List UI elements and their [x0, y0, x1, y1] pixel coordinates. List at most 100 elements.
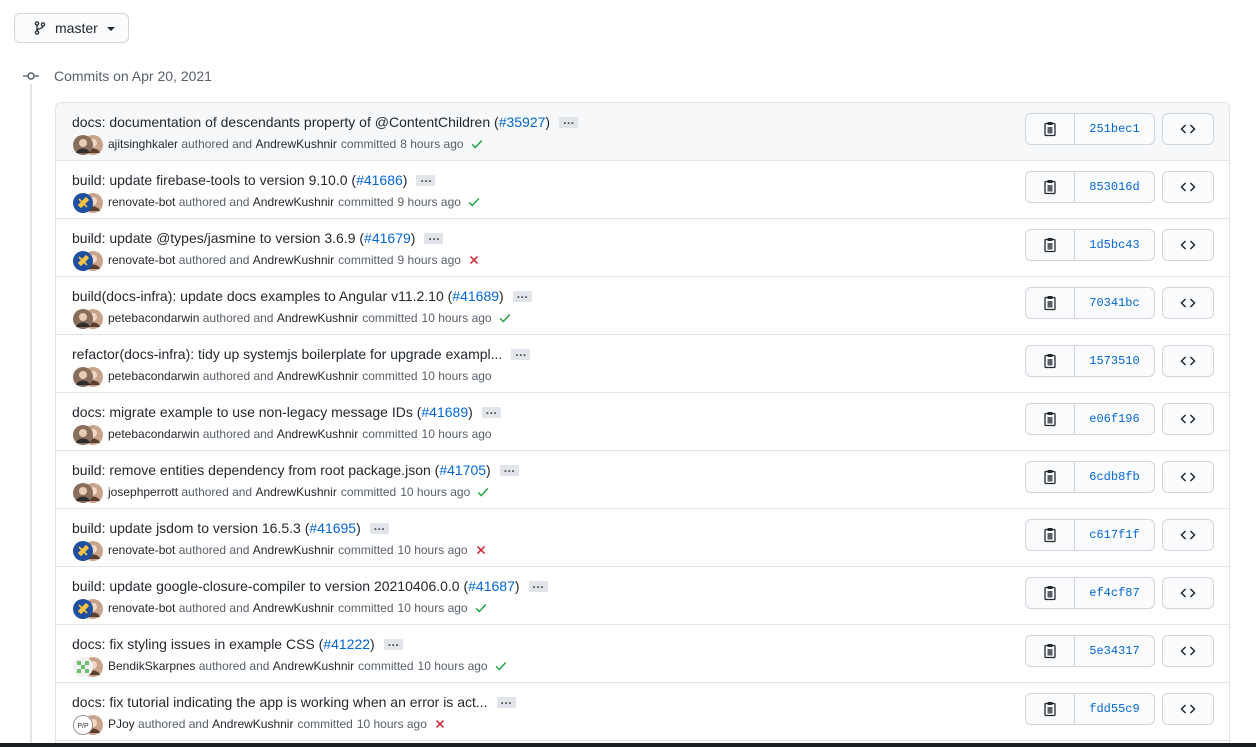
- expand-description-button[interactable]: …: [424, 230, 444, 244]
- author-link[interactable]: PJoy: [108, 717, 135, 731]
- committer-link[interactable]: AndrewKushnir: [253, 601, 334, 615]
- author-avatar[interactable]: [72, 134, 93, 155]
- copy-sha-button[interactable]: [1026, 288, 1075, 318]
- commit-title[interactable]: build: remove entities dependency from r…: [72, 462, 439, 478]
- check-icon[interactable]: [470, 137, 484, 151]
- committer-link[interactable]: AndrewKushnir: [253, 195, 334, 209]
- browse-repo-button[interactable]: [1162, 519, 1214, 551]
- browse-repo-button[interactable]: [1162, 403, 1214, 435]
- browse-repo-button[interactable]: [1162, 171, 1214, 203]
- expand-description-button[interactable]: …: [511, 346, 531, 360]
- committer-link[interactable]: AndrewKushnir: [255, 485, 336, 499]
- x-icon[interactable]: [474, 543, 488, 557]
- commit-title[interactable]: build: update google-closure-compiler to…: [72, 578, 468, 594]
- check-icon[interactable]: [494, 659, 508, 673]
- commit-title[interactable]: refactor(docs-infra): tidy up systemjs b…: [72, 346, 502, 362]
- author-avatar[interactable]: [72, 308, 93, 329]
- author-avatar[interactable]: [72, 598, 93, 619]
- commit-sha-link[interactable]: 251bec1: [1075, 114, 1154, 144]
- author-link[interactable]: renovate-bot: [108, 195, 175, 209]
- author-link[interactable]: petebacondarwin: [108, 427, 199, 441]
- expand-description-button[interactable]: …: [416, 172, 436, 186]
- browse-repo-button[interactable]: [1162, 461, 1214, 493]
- expand-description-button[interactable]: …: [369, 520, 389, 534]
- copy-sha-button[interactable]: [1026, 520, 1075, 550]
- committer-link[interactable]: AndrewKushnir: [273, 659, 354, 673]
- pr-link[interactable]: #41689: [452, 288, 499, 304]
- copy-sha-button[interactable]: [1026, 636, 1075, 666]
- browse-repo-button[interactable]: [1162, 287, 1214, 319]
- author-avatar[interactable]: [72, 482, 93, 503]
- expand-description-button[interactable]: …: [481, 404, 501, 418]
- author-link[interactable]: petebacondarwin: [108, 369, 199, 383]
- copy-sha-button[interactable]: [1026, 230, 1075, 260]
- author-link[interactable]: BendikSkarpnes: [108, 659, 195, 673]
- pr-link[interactable]: #41689: [421, 404, 468, 420]
- author-avatar[interactable]: P/P: [72, 714, 93, 735]
- expand-description-button[interactable]: …: [528, 578, 548, 592]
- commit-sha-link[interactable]: c617f1f: [1075, 520, 1154, 550]
- author-link[interactable]: renovate-bot: [108, 543, 175, 557]
- author-avatar[interactable]: [72, 424, 93, 445]
- committer-link[interactable]: AndrewKushnir: [277, 311, 358, 325]
- author-link[interactable]: josephperrott: [108, 485, 178, 499]
- x-icon[interactable]: [433, 717, 447, 731]
- commit-sha-link[interactable]: ef4cf87: [1075, 578, 1154, 608]
- author-link[interactable]: renovate-bot: [108, 253, 175, 267]
- pr-link[interactable]: #41222: [323, 636, 370, 652]
- pr-link[interactable]: #41705: [439, 462, 486, 478]
- commit-title[interactable]: build: update jsdom to version 16.5.3 (: [72, 520, 309, 536]
- expand-description-button[interactable]: …: [496, 694, 516, 708]
- commit-title[interactable]: docs: documentation of descendants prope…: [72, 114, 499, 130]
- committer-link[interactable]: AndrewKushnir: [277, 427, 358, 441]
- commit-sha-link[interactable]: 6cdb8fb: [1075, 462, 1154, 492]
- committer-link[interactable]: AndrewKushnir: [212, 717, 293, 731]
- browse-repo-button[interactable]: [1162, 693, 1214, 725]
- author-avatar[interactable]: [72, 366, 93, 387]
- author-link[interactable]: ajitsinghkaler: [108, 137, 178, 151]
- copy-sha-button[interactable]: [1026, 172, 1075, 202]
- browse-repo-button[interactable]: [1162, 345, 1214, 377]
- commit-sha-link[interactable]: fdd55c9: [1075, 694, 1154, 724]
- commit-title[interactable]: docs: fix tutorial indicating the app is…: [72, 694, 488, 710]
- commit-sha-link[interactable]: 1573510: [1075, 346, 1154, 376]
- committer-link[interactable]: AndrewKushnir: [253, 543, 334, 557]
- committer-link[interactable]: AndrewKushnir: [255, 137, 336, 151]
- pr-link[interactable]: #35927: [499, 114, 546, 130]
- commit-title[interactable]: build: update @types/jasmine to version …: [72, 230, 364, 246]
- commit-sha-link[interactable]: 70341bc: [1075, 288, 1154, 318]
- expand-description-button[interactable]: …: [559, 114, 579, 128]
- author-avatar[interactable]: [72, 656, 93, 677]
- author-avatar[interactable]: [72, 540, 93, 561]
- browse-repo-button[interactable]: [1162, 113, 1214, 145]
- expand-description-button[interactable]: …: [512, 288, 532, 302]
- pr-link[interactable]: #41686: [356, 172, 403, 188]
- author-link[interactable]: petebacondarwin: [108, 311, 199, 325]
- commit-sha-link[interactable]: 5e34317: [1075, 636, 1154, 666]
- commit-title[interactable]: build: update firebase-tools to version …: [72, 172, 356, 188]
- commit-sha-link[interactable]: e06f196: [1075, 404, 1154, 434]
- commit-title[interactable]: docs: migrate example to use non-legacy …: [72, 404, 421, 420]
- browse-repo-button[interactable]: [1162, 229, 1214, 261]
- pr-link[interactable]: #41679: [364, 230, 411, 246]
- author-link[interactable]: renovate-bot: [108, 601, 175, 615]
- commit-title[interactable]: docs: fix styling issues in example CSS …: [72, 636, 323, 652]
- check-icon[interactable]: [474, 601, 488, 615]
- commit-sha-link[interactable]: 853016d: [1075, 172, 1154, 202]
- author-avatar[interactable]: [72, 192, 93, 213]
- check-icon[interactable]: [476, 485, 490, 499]
- branch-select-button[interactable]: master: [14, 13, 129, 43]
- author-avatar[interactable]: [72, 250, 93, 271]
- commit-sha-link[interactable]: 1d5bc43: [1075, 230, 1154, 260]
- copy-sha-button[interactable]: [1026, 578, 1075, 608]
- commit-title[interactable]: build(docs-infra): update docs examples …: [72, 288, 452, 304]
- copy-sha-button[interactable]: [1026, 404, 1075, 434]
- x-icon[interactable]: [467, 253, 481, 267]
- copy-sha-button[interactable]: [1026, 346, 1075, 376]
- expand-description-button[interactable]: …: [383, 636, 403, 650]
- pr-link[interactable]: #41695: [309, 520, 356, 536]
- copy-sha-button[interactable]: [1026, 114, 1075, 144]
- copy-sha-button[interactable]: [1026, 694, 1075, 724]
- check-icon[interactable]: [467, 195, 481, 209]
- copy-sha-button[interactable]: [1026, 462, 1075, 492]
